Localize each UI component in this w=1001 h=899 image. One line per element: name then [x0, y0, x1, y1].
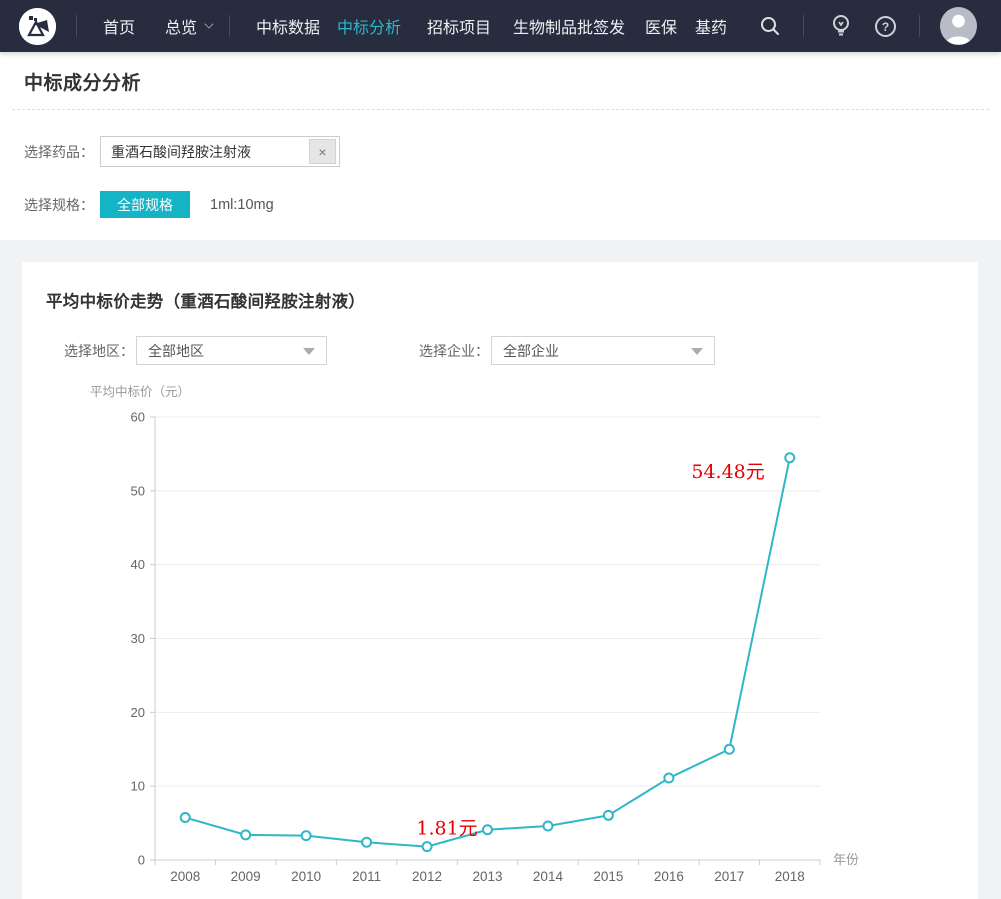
page-title: 中标成分分析 [24, 73, 142, 94]
nav-item-biologics[interactable]: 生物制品批签发 [513, 14, 625, 38]
region-label: 选择地区： [64, 342, 134, 359]
y-tick-label: 10 [131, 779, 145, 794]
company-dropdown[interactable]: 全部企业 [491, 336, 715, 365]
nav-item-overview[interactable]: 总览 [165, 14, 214, 38]
x-tick-label: 2018 [775, 869, 805, 884]
nav-separator [803, 15, 805, 37]
price-annotation-2018: 54.48元 [691, 461, 764, 483]
y-axis-name: 平均中标价（元） [90, 384, 190, 399]
nav-item-tender-projects[interactable]: 招标项目 [427, 14, 491, 38]
nav-item-bid-analysis[interactable]: 中标分析 [337, 14, 401, 38]
person-icon [945, 14, 972, 45]
y-tick-label: 50 [131, 483, 145, 498]
search-icon[interactable] [759, 15, 781, 37]
app-logo-icon [19, 7, 56, 45]
top-navbar: 首页 总览 中标数据 中标分析 招标项目 生物制品批签发 医保 基药 ? [0, 0, 1001, 52]
selected-drug-name: 重酒石酸间羟胺注射液 [111, 143, 251, 160]
y-tick-label: 20 [131, 705, 145, 720]
nav-separator [229, 15, 230, 37]
dropdown-arrow-icon [691, 348, 703, 355]
x-tick-label: 2008 [170, 869, 200, 884]
dropdown-arrow-icon [303, 348, 315, 355]
y-tick-label: 0 [138, 853, 145, 868]
x-tick-label: 2016 [654, 869, 684, 884]
data-point-2011 [361, 836, 373, 848]
spec-filter-row: 选择规格： 全部规格 1ml:10mg [24, 191, 1001, 218]
price-line [184, 457, 791, 848]
company-value: 全部企业 [503, 342, 559, 359]
clear-drug-icon[interactable]: × [309, 139, 336, 164]
chart-area: 0 10 20 30 40 50 60 2008 2009 2010 2011 2012 2013 201… [22, 370, 978, 899]
x-tick-label: 2017 [714, 869, 744, 884]
data-point-2015 [602, 809, 614, 821]
data-point-2018 [784, 452, 796, 464]
price-trend-chart: 0 10 20 30 40 50 60 2008 2009 2010 2011 2012 2013 201… [90, 384, 859, 884]
data-point-2012 [421, 841, 433, 853]
nav-item-medical-insurance[interactable]: 医保 [645, 14, 677, 38]
spec-option-1ml10mg[interactable]: 1ml:10mg [210, 197, 274, 213]
chart-filters-row: 选择地区： 全部地区 选择企业： 全部企业 [64, 336, 978, 365]
x-tick-label: 2010 [291, 869, 321, 884]
spec-all-button[interactable]: 全部规格 [100, 191, 190, 218]
x-tick-label: 2012 [412, 869, 442, 884]
x-tick-label: 2013 [472, 869, 502, 884]
app-logo[interactable] [19, 7, 56, 45]
svg-text:?: ? [882, 20, 889, 34]
data-point-2014 [542, 820, 554, 832]
x-tick-label: 2009 [231, 869, 261, 884]
data-point-2017 [723, 743, 735, 755]
x-axis-name: 年份 [833, 852, 859, 867]
drug-filter-row: 选择药品： 重酒石酸间羟胺注射液 × [24, 136, 1001, 167]
x-tick-label: 2015 [593, 869, 623, 884]
help-icon[interactable]: ? [874, 15, 897, 38]
data-point-2008 [179, 812, 191, 824]
data-point-2010 [300, 830, 312, 842]
data-point-2013 [482, 824, 493, 836]
price-annotation-2012: 1.81元 [416, 818, 477, 840]
y-tick-label: 60 [131, 410, 145, 425]
drug-filter-label: 选择药品： [24, 143, 94, 160]
nav-item-essential-drugs[interactable]: 基药 [695, 14, 727, 38]
page-header: 中标成分分析 选择药品： 重酒石酸间羟胺注射液 × 选择规格： 全部规格 1ml… [0, 52, 1001, 240]
region-dropdown[interactable]: 全部地区 [136, 336, 327, 365]
data-point-2009 [240, 829, 252, 841]
spec-filter-label: 选择规格： [24, 196, 94, 213]
data-point-2016 [663, 772, 675, 784]
x-tick-label: 2014 [533, 869, 564, 884]
x-tick-label: 2011 [352, 869, 381, 884]
idea-bulb-icon[interactable] [830, 14, 852, 38]
nav-separator [919, 15, 920, 37]
user-avatar[interactable] [940, 7, 977, 45]
company-label: 选择企业： [419, 342, 489, 359]
chart-title: 平均中标价走势（重酒石酸间羟胺注射液） [46, 293, 366, 311]
dashed-divider [12, 109, 989, 110]
chevron-down-icon [204, 19, 214, 29]
nav-item-bid-data[interactable]: 中标数据 [256, 14, 320, 38]
region-value: 全部地区 [148, 342, 204, 359]
y-tick-label: 30 [131, 631, 145, 646]
nav-item-home[interactable]: 首页 [103, 14, 135, 38]
nav-separator [76, 15, 77, 37]
y-tick-label: 40 [131, 557, 145, 572]
price-trend-card: 平均中标价走势（重酒石酸间羟胺注射液） 选择地区： 全部地区 选择企业： 全部企… [22, 262, 978, 899]
selected-drug-chip[interactable]: 重酒石酸间羟胺注射液 × [100, 136, 340, 167]
